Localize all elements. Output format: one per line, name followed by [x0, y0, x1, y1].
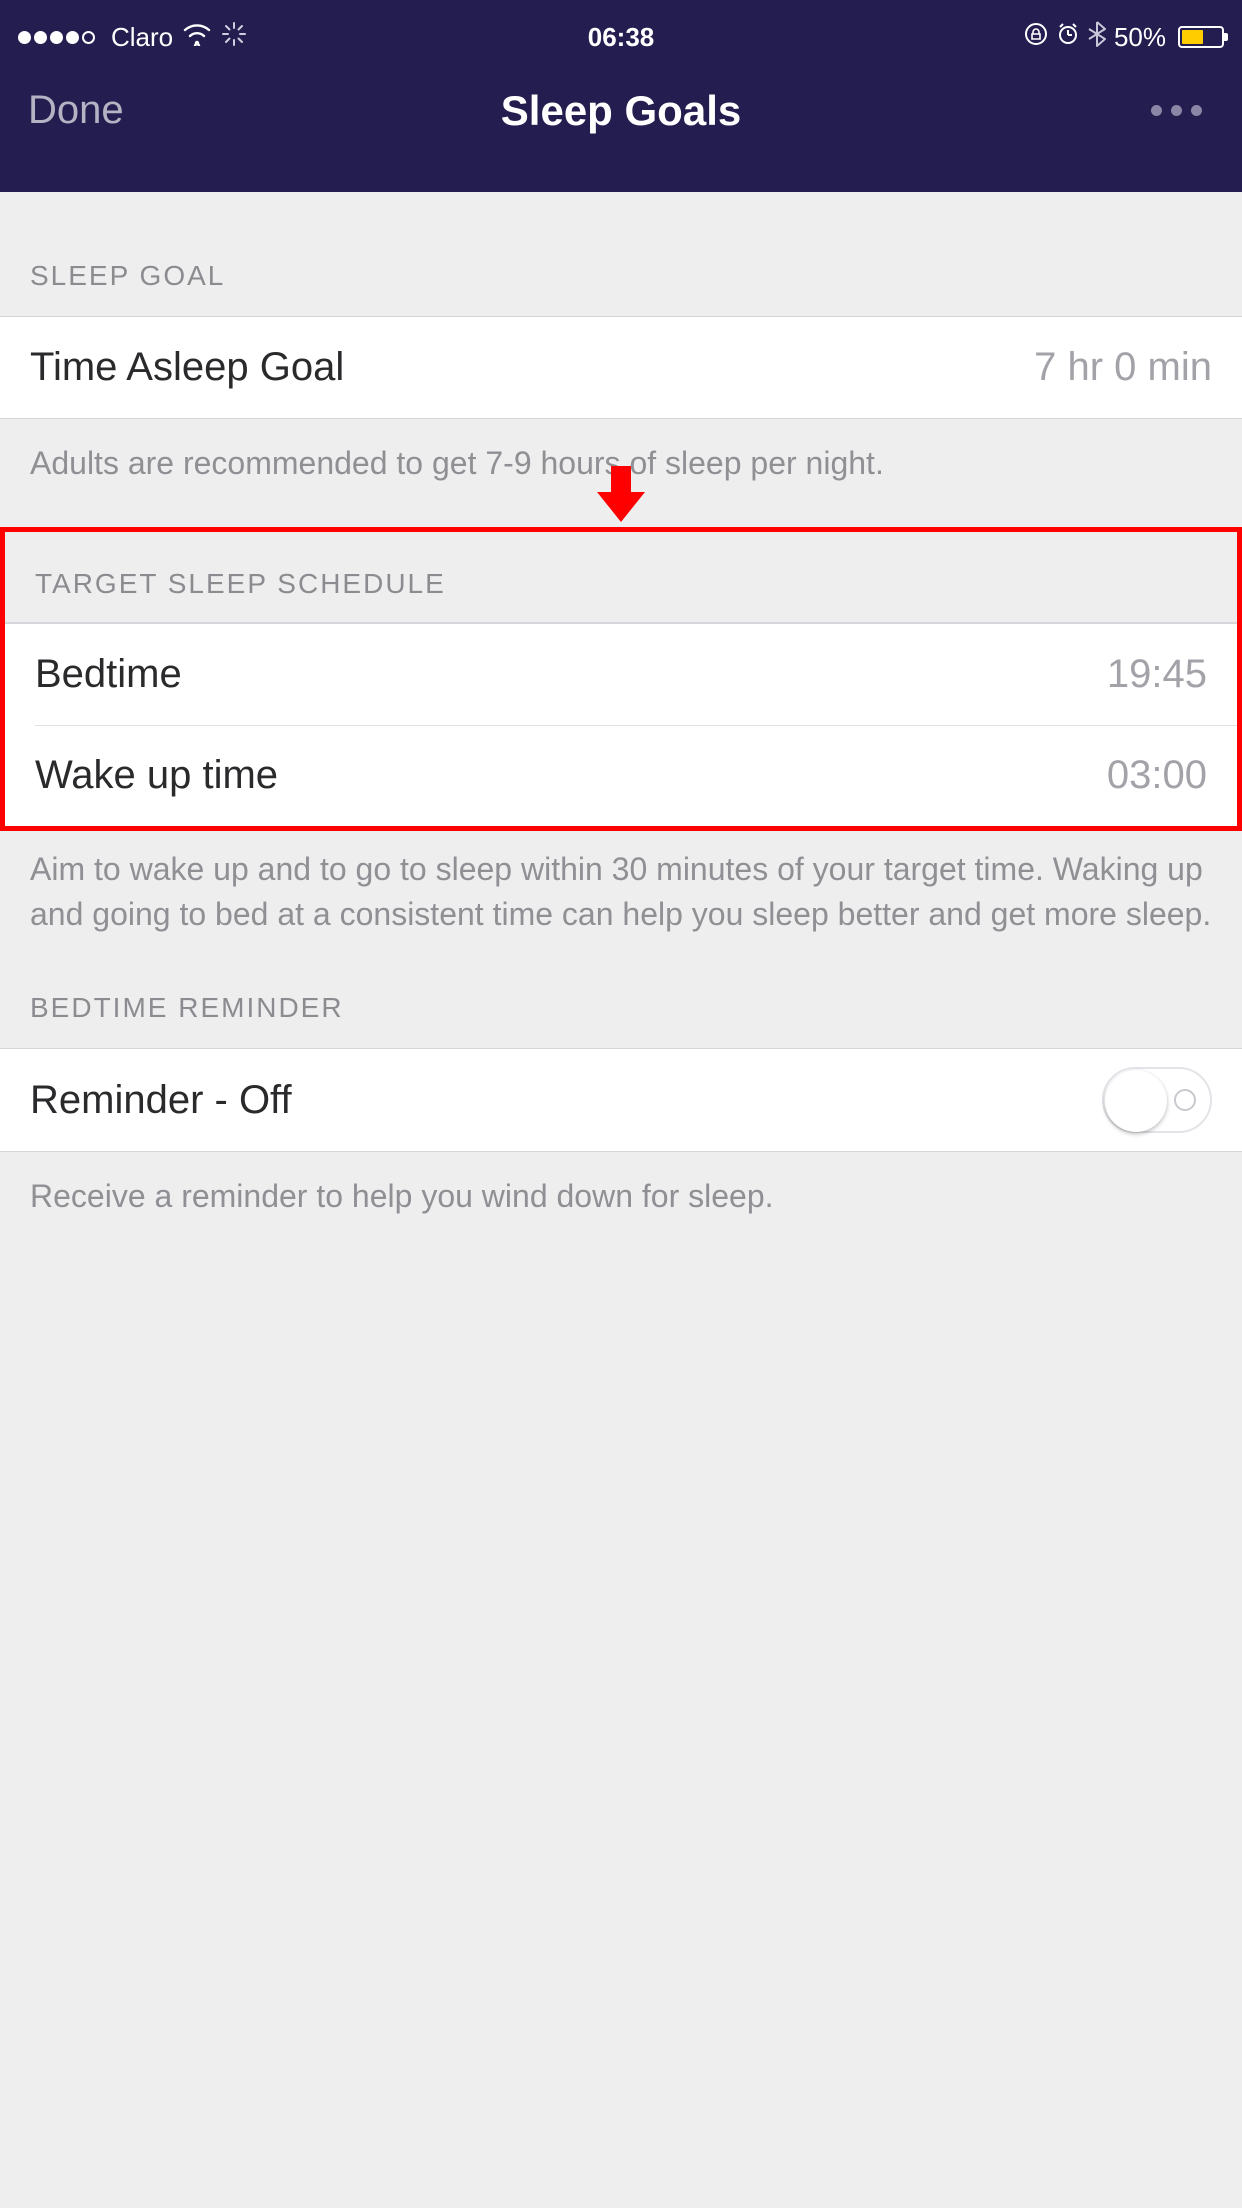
sleep-goal-section-header: SLEEP GOAL: [0, 192, 1242, 316]
toggle-ring-icon: [1174, 1089, 1196, 1111]
reminder-label: Reminder - Off: [30, 1078, 292, 1123]
bedtime-row[interactable]: Bedtime 19:45: [5, 623, 1237, 725]
carrier-label: Claro: [111, 22, 173, 53]
target-sleep-schedule-highlight: TARGET SLEEP SCHEDULE Bedtime 19:45 Wake…: [0, 527, 1242, 831]
bedtime-reminder-footer: Receive a reminder to help you wind down…: [0, 1152, 1242, 1219]
wifi-icon: [183, 22, 211, 53]
done-button[interactable]: Done: [28, 88, 124, 133]
status-left: Claro: [18, 21, 247, 54]
battery-icon: [1178, 26, 1224, 48]
orientation-lock-icon: [1024, 22, 1048, 53]
nav-bar: Done Sleep Goals: [0, 58, 1242, 133]
page-title: Sleep Goals: [0, 87, 1242, 135]
content: SLEEP GOAL Time Asleep Goal 7 hr 0 min A…: [0, 192, 1242, 1219]
wake-up-time-value: 03:00: [1107, 753, 1207, 798]
more-button[interactable]: [1151, 105, 1214, 116]
wake-up-time-row[interactable]: Wake up time 03:00: [5, 725, 1237, 826]
reminder-toggle[interactable]: [1102, 1067, 1212, 1133]
bedtime-value: 19:45: [1107, 652, 1207, 697]
target-sleep-schedule-header: TARGET SLEEP SCHEDULE: [5, 532, 1237, 622]
bedtime-label: Bedtime: [35, 652, 182, 697]
reminder-row: Reminder - Off: [0, 1048, 1242, 1152]
time-asleep-goal-label: Time Asleep Goal: [30, 345, 344, 390]
battery-percentage: 50%: [1114, 22, 1166, 53]
target-sleep-schedule-footer: Aim to wake up and to go to sleep within…: [0, 831, 1242, 937]
signal-strength-icon: [18, 31, 95, 44]
alarm-icon: [1056, 22, 1080, 53]
time-asleep-goal-row[interactable]: Time Asleep Goal 7 hr 0 min: [0, 316, 1242, 419]
bedtime-reminder-header: BEDTIME REMINDER: [0, 936, 1242, 1048]
time-asleep-goal-value: 7 hr 0 min: [1034, 345, 1212, 390]
loading-spinner-icon: [221, 21, 247, 54]
wake-up-time-label: Wake up time: [35, 753, 278, 798]
toggle-knob: [1105, 1070, 1167, 1132]
status-bar: Claro 06:38 50%: [0, 8, 1242, 58]
bluetooth-icon: [1088, 21, 1106, 54]
more-dots-icon: [1151, 105, 1162, 116]
status-right: 50%: [1024, 21, 1224, 54]
header: Claro 06:38 50% Done Sleep Goals: [0, 0, 1242, 192]
